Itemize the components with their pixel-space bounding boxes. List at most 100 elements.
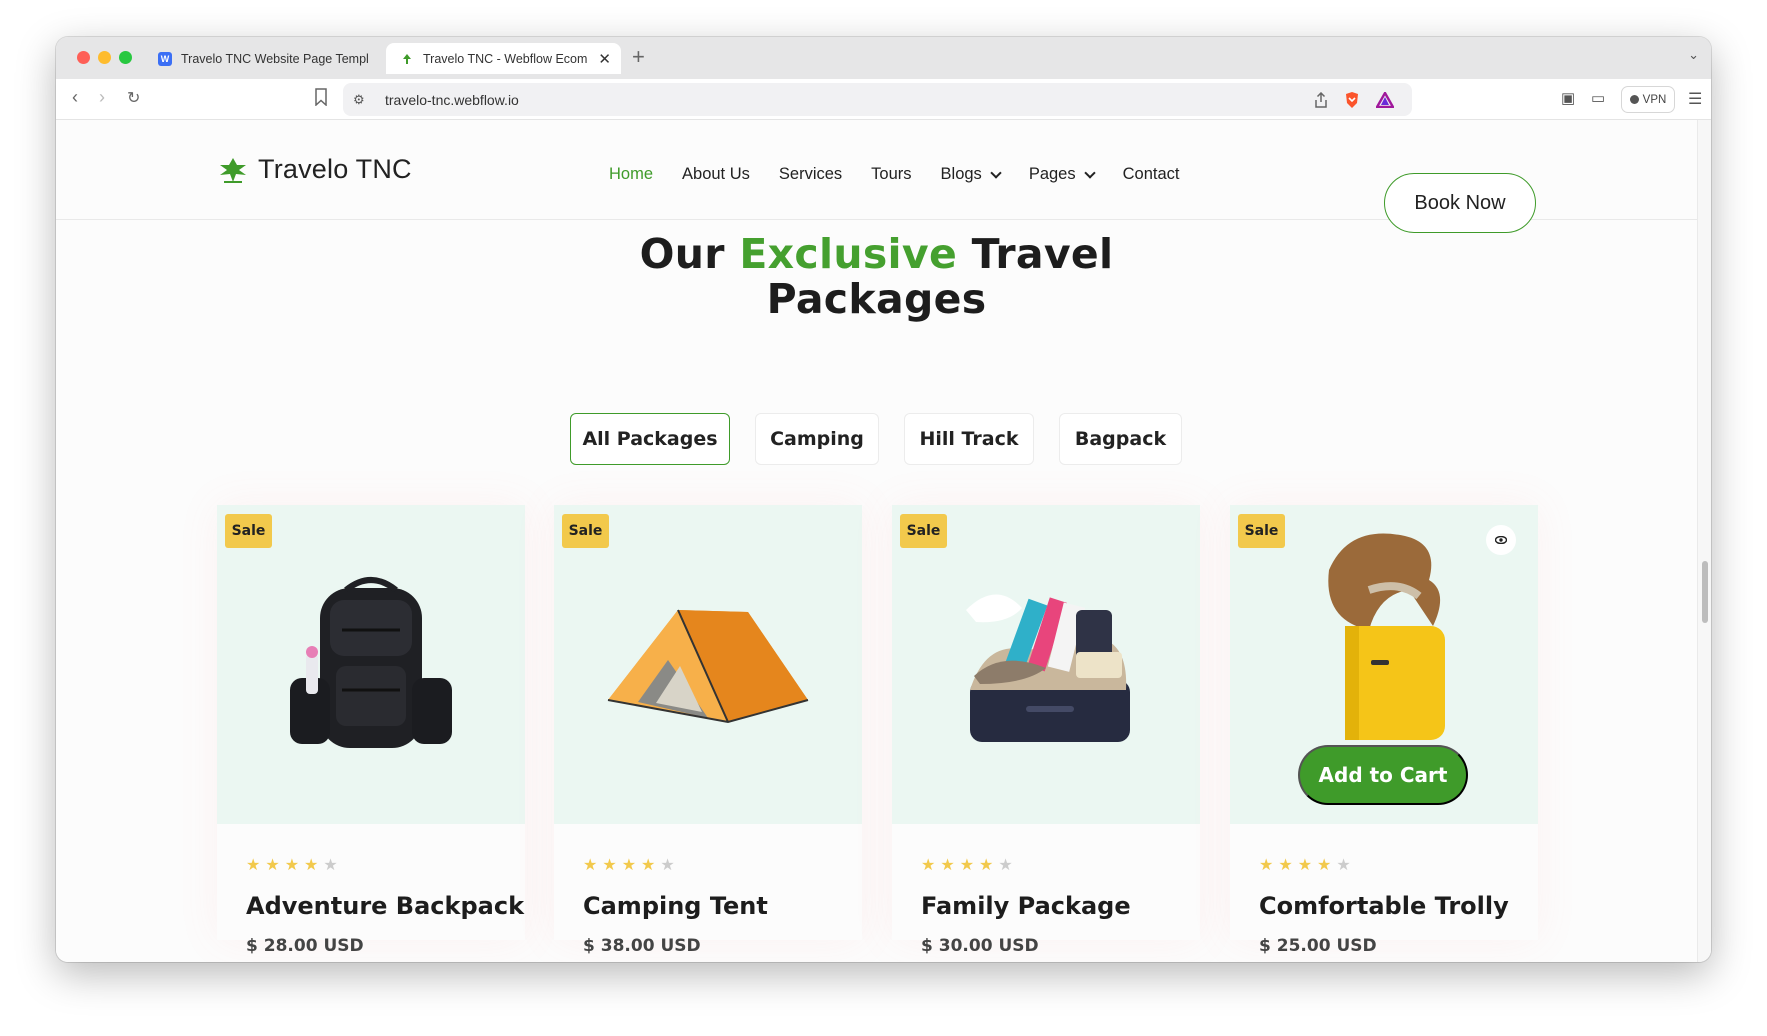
sale-badge: Sale bbox=[1238, 514, 1285, 548]
nav-pages-label: Pages bbox=[1028, 165, 1076, 183]
maximize-window-button[interactable] bbox=[119, 51, 132, 64]
filter-all-packages[interactable]: All Packages bbox=[570, 413, 730, 465]
brave-shield-icon[interactable] bbox=[1344, 91, 1360, 109]
package-filters: All Packages Camping Hill Track Bagpack bbox=[56, 413, 1697, 465]
packed-suitcase-image bbox=[966, 593, 1130, 742]
vpn-button[interactable]: VPN bbox=[1621, 86, 1675, 113]
nav-contact[interactable]: Contact bbox=[1123, 165, 1180, 184]
minimize-window-button[interactable] bbox=[98, 51, 111, 64]
vpn-label: VPN bbox=[1642, 93, 1667, 106]
star-icon: ★ bbox=[602, 857, 617, 874]
product-price: $ 38.00 USD bbox=[583, 936, 701, 956]
chevron-down-icon bbox=[1083, 166, 1096, 179]
site-logo[interactable]: Travelo TNC bbox=[216, 154, 412, 185]
star-rating: ★ ★ ★ ★ ★ bbox=[246, 855, 338, 875]
star-icon: ★ bbox=[621, 857, 637, 874]
nav-services[interactable]: Services bbox=[779, 165, 842, 184]
nav-blogs-label: Blogs bbox=[940, 165, 982, 183]
webflow-favicon-icon: W bbox=[158, 51, 172, 66]
star-icon: ★ bbox=[1317, 857, 1332, 874]
close-tab-icon[interactable]: ✕ bbox=[598, 50, 611, 68]
url-text: travelo-tnc.webflow.io bbox=[385, 91, 519, 108]
star-empty-icon: ★ bbox=[660, 857, 675, 874]
close-window-button[interactable] bbox=[77, 51, 90, 64]
star-empty-icon: ★ bbox=[998, 857, 1013, 874]
logo-icon bbox=[220, 157, 246, 183]
star-icon: ★ bbox=[265, 857, 280, 874]
star-icon: ★ bbox=[979, 857, 994, 874]
filter-hill-track[interactable]: Hill Track bbox=[904, 413, 1034, 465]
browser-tab-2[interactable]: Travelo TNC - Webflow Ecom ✕ bbox=[386, 43, 621, 74]
web-page: Travelo TNC Home About Us Services Tours… bbox=[56, 120, 1697, 962]
star-icon: ★ bbox=[1297, 857, 1313, 874]
star-icon: ★ bbox=[1278, 857, 1293, 874]
travelo-favicon-icon bbox=[400, 52, 414, 66]
star-icon: ★ bbox=[284, 857, 300, 874]
product-image[interactable]: Sale bbox=[892, 505, 1200, 824]
product-card[interactable]: Sale ★ ★ ★ ★ ★ Adventure Backpack $ 28.00 US… bbox=[217, 505, 525, 956]
star-icon: ★ bbox=[959, 857, 975, 874]
logo-text: Travelo TNC bbox=[258, 154, 412, 184]
section-title-line-2: Packages bbox=[766, 275, 987, 323]
product-card[interactable]: Sale ★ ★ ★ ★ ★ Family Package $ 30.00 USD bbox=[892, 505, 1200, 956]
yellow-trolley-image bbox=[1328, 533, 1445, 740]
star-empty-icon: ★ bbox=[323, 857, 338, 874]
page-scrollbar[interactable] bbox=[1697, 120, 1711, 962]
window-controls bbox=[77, 51, 132, 64]
nav-about-us[interactable]: About Us bbox=[682, 165, 750, 184]
nav-pages[interactable]: Pages bbox=[1028, 165, 1096, 184]
backpack-image bbox=[290, 576, 452, 748]
filter-camping[interactable]: Camping bbox=[755, 413, 879, 465]
filter-bagpack[interactable]: Bagpack bbox=[1059, 413, 1182, 465]
product-name[interactable]: Adventure Backpack bbox=[246, 892, 524, 920]
product-price: $ 25.00 USD bbox=[1259, 936, 1377, 956]
star-icon: ★ bbox=[641, 857, 656, 874]
star-rating: ★ ★ ★ ★ ★ bbox=[583, 855, 675, 875]
nav-blogs[interactable]: Blogs bbox=[940, 165, 1002, 184]
sale-badge: Sale bbox=[562, 514, 609, 548]
reload-icon[interactable]: ↻ bbox=[127, 88, 140, 108]
product-name[interactable]: Family Package bbox=[921, 892, 1131, 920]
share-icon[interactable] bbox=[1314, 92, 1328, 108]
product-image[interactable]: Sale bbox=[554, 505, 862, 824]
star-empty-icon: ★ bbox=[1336, 857, 1351, 874]
product-image[interactable]: Sale bbox=[217, 505, 525, 824]
nav-home[interactable]: Home bbox=[609, 165, 653, 184]
product-name[interactable]: Camping Tent bbox=[583, 892, 768, 920]
star-icon: ★ bbox=[246, 857, 261, 874]
star-icon: ★ bbox=[940, 857, 955, 874]
browser-tab-1[interactable]: W Travelo TNC Website Page Templ bbox=[152, 43, 422, 74]
brave-rewards-icon[interactable] bbox=[1376, 92, 1394, 108]
nav-tours[interactable]: Tours bbox=[871, 165, 911, 184]
wallet-icon[interactable]: ▭ bbox=[1591, 89, 1605, 107]
product-card[interactable]: Sale Add to Cart ★ ★ ★ ★ ★ Comfortable Troll… bbox=[1230, 505, 1538, 956]
title-highlight: Exclusive bbox=[739, 230, 958, 278]
new-tab-icon[interactable]: + bbox=[632, 44, 645, 70]
chevron-down-icon bbox=[990, 166, 1002, 179]
sale-badge: Sale bbox=[900, 514, 947, 548]
bookmark-icon[interactable] bbox=[314, 88, 328, 106]
book-now-button[interactable]: Book Now bbox=[1384, 173, 1536, 233]
site-settings-icon[interactable]: ⚙ bbox=[353, 92, 371, 108]
product-card[interactable]: Sale ★ ★ ★ ★ ★ Camping Tent $ 38.00 USD bbox=[554, 505, 862, 956]
tab-bar: W Travelo TNC Website Page Templ Travelo… bbox=[56, 37, 1711, 79]
product-price: $ 30.00 USD bbox=[921, 936, 1039, 956]
product-image[interactable]: Sale Add to Cart bbox=[1230, 505, 1538, 824]
menu-icon[interactable]: ☰ bbox=[1688, 89, 1702, 109]
star-rating: ★ ★ ★ ★ ★ bbox=[921, 855, 1013, 875]
address-bar[interactable]: ⚙ travelo-tnc.webflow.io bbox=[343, 83, 1412, 116]
back-icon[interactable]: ‹ bbox=[72, 87, 78, 108]
quick-view-eye-icon[interactable] bbox=[1486, 525, 1516, 555]
tab-list-chevron-icon[interactable]: ⌄ bbox=[1688, 47, 1699, 63]
sidebar-toggle-icon[interactable]: ▣ bbox=[1561, 89, 1575, 107]
star-icon: ★ bbox=[583, 857, 598, 874]
add-to-cart-button[interactable]: Add to Cart bbox=[1298, 745, 1468, 805]
tab-title: Travelo TNC - Webflow Ecom bbox=[423, 51, 588, 66]
star-icon: ★ bbox=[1259, 857, 1274, 874]
browser-window: W Travelo TNC Website Page Templ Travelo… bbox=[56, 37, 1711, 962]
product-name[interactable]: Comfortable Trolly bbox=[1259, 892, 1509, 920]
forward-icon[interactable]: › bbox=[99, 87, 105, 108]
section-title: Our Exclusive Travel bbox=[56, 230, 1697, 278]
product-price: $ 28.00 USD bbox=[246, 936, 364, 956]
scrollbar-thumb[interactable] bbox=[1702, 561, 1708, 623]
